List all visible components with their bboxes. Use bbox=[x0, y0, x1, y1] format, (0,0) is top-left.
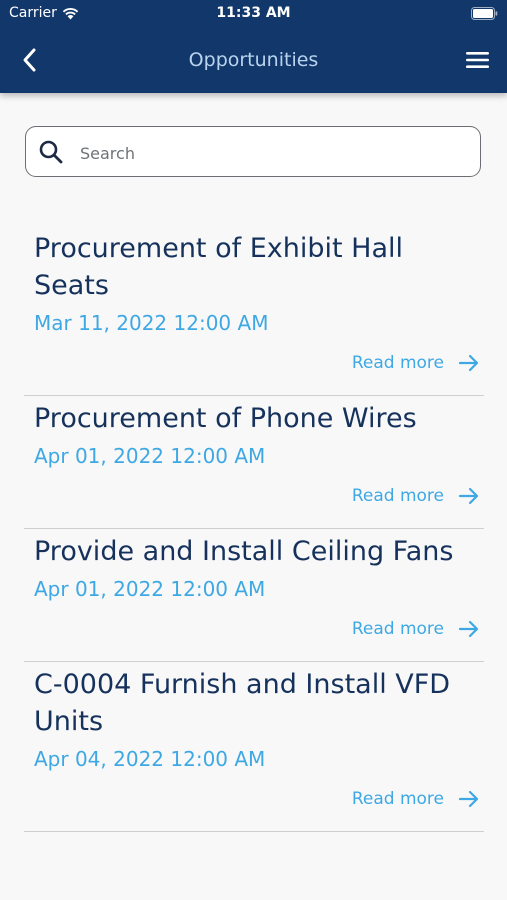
read-more-link[interactable]: Read more bbox=[24, 603, 484, 661]
opportunity-date: Apr 01, 2022 12:00 AM bbox=[34, 577, 266, 601]
hamburger-menu-icon bbox=[466, 52, 489, 68]
opportunity-item[interactable]: Procurement of Exhibit Hall Seats Mar 11… bbox=[24, 226, 484, 396]
read-more-link[interactable]: Read more bbox=[24, 773, 484, 831]
opportunity-item[interactable]: Procurement of Phone Wires Apr 01, 2022 … bbox=[24, 396, 484, 529]
app-header: Carrier 11:33 AM Opportunities bbox=[0, 0, 507, 93]
opportunity-title[interactable]: Provide and Install Ceiling Fans bbox=[24, 529, 484, 570]
page-title: Opportunities bbox=[188, 49, 319, 71]
read-more-link[interactable]: Read more bbox=[24, 337, 484, 395]
read-more-label[interactable]: Read more bbox=[352, 486, 444, 506]
navigation-bar: Opportunities bbox=[0, 30, 507, 90]
opportunity-title[interactable]: Procurement of Exhibit Hall Seats bbox=[24, 226, 484, 304]
status-time: 11:33 AM bbox=[216, 5, 291, 21]
opportunity-item[interactable]: C-0004 Furnish and Install VFD Units Apr… bbox=[24, 662, 484, 832]
battery-icon bbox=[471, 7, 498, 20]
menu-button[interactable] bbox=[465, 47, 491, 73]
arrow-right-icon[interactable] bbox=[458, 353, 480, 373]
read-more-label[interactable]: Read more bbox=[352, 619, 444, 639]
opportunity-item[interactable]: Provide and Install Ceiling Fans Apr 01,… bbox=[24, 529, 484, 662]
status-bar: Carrier 11:33 AM bbox=[0, 0, 507, 28]
content-area: Procurement of Exhibit Hall Seats Mar 11… bbox=[0, 93, 507, 900]
opportunity-title[interactable]: C-0004 Furnish and Install VFD Units bbox=[24, 662, 484, 740]
read-more-label[interactable]: Read more bbox=[352, 353, 444, 373]
opportunity-title[interactable]: Procurement of Phone Wires bbox=[24, 396, 484, 437]
arrow-right-icon[interactable] bbox=[458, 789, 480, 809]
search-box[interactable] bbox=[25, 126, 481, 177]
arrow-right-icon[interactable] bbox=[458, 486, 480, 506]
opportunity-date: Apr 01, 2022 12:00 AM bbox=[34, 444, 266, 468]
read-more-label[interactable]: Read more bbox=[352, 789, 444, 809]
search-input[interactable] bbox=[78, 137, 472, 169]
opportunity-list: Procurement of Exhibit Hall Seats Mar 11… bbox=[0, 226, 507, 832]
opportunity-date: Apr 04, 2022 12:00 AM bbox=[34, 747, 266, 771]
search-icon bbox=[39, 140, 63, 164]
opportunity-date: Mar 11, 2022 12:00 AM bbox=[34, 311, 269, 335]
arrow-right-icon[interactable] bbox=[458, 619, 480, 639]
read-more-link[interactable]: Read more bbox=[24, 470, 484, 528]
